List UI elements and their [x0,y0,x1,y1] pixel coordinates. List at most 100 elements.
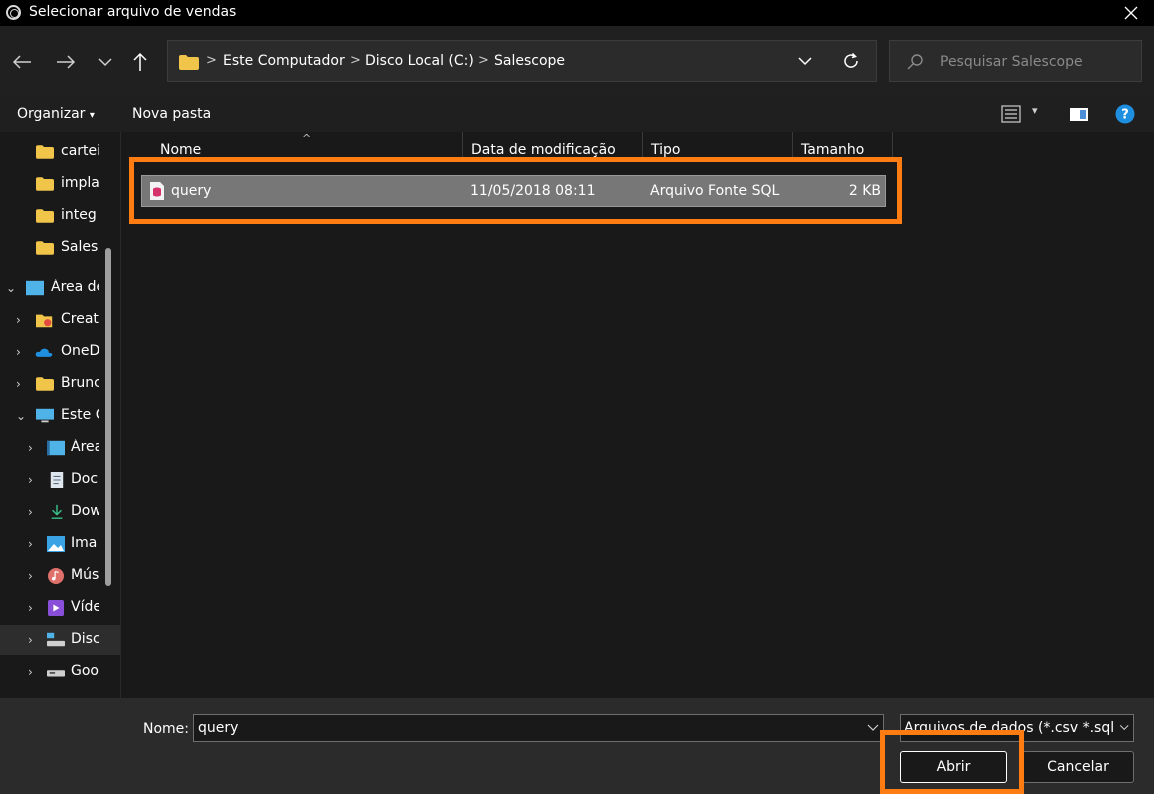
sidebar-item-salescope[interactable]: Salesc [0,233,120,263]
sidebar-item-desktop[interactable]: ⌄ Área de [0,273,120,303]
arrow-right-icon [57,55,76,69]
address-bar[interactable]: > Este Computador > Disco Local (C:) > S… [167,40,877,82]
sidebar-item-label: Este C [61,407,99,423]
sidebar-item-documents[interactable]: › Doc [0,465,120,495]
view-details-icon[interactable] [1001,104,1021,124]
sidebar-item-label: OneD [61,343,99,359]
sidebar-item-onedrive[interactable]: › OneD [0,337,120,367]
pictures-icon [47,536,65,552]
sidebar-item-label: Víde [71,599,99,615]
file-highlight-annotation [129,157,902,224]
sidebar-item-pictures[interactable]: › Ima [0,529,120,559]
chevron-right-icon[interactable]: › [16,377,21,391]
app-icon [6,5,21,20]
chevron-down-icon [98,58,112,67]
breadcrumb-salescope[interactable]: Salescope [494,53,565,69]
column-header-label: Nome [160,142,202,158]
arrow-left-icon [12,55,31,69]
arrow-up-icon [133,52,147,71]
back-button[interactable] [8,48,36,76]
file-name-input[interactable]: query [193,714,884,742]
sidebar-item-google-drive[interactable]: › Goo [0,657,120,687]
column-header-size[interactable]: Tamanho [793,132,893,160]
refresh-icon[interactable] [842,52,860,70]
onedrive-icon [35,348,53,357]
chevron-right-icon[interactable]: › [28,665,33,679]
sidebar-item-creative-cloud[interactable]: › Creat [0,305,120,335]
chevron-right-icon[interactable]: › [28,473,33,487]
sidebar-item-desktop-2[interactable]: › Área [0,433,120,463]
chevron-right-icon[interactable]: › [28,601,33,615]
chevron-down-icon[interactable] [867,721,879,733]
desktop-icon [47,440,65,456]
chevron-right-icon[interactable]: › [28,537,33,551]
sidebar-item-this-pc[interactable]: ⌄ Este C [0,401,120,431]
sidebar-item-label: Disc [71,631,99,647]
sidebar-item-impla[interactable]: impla [0,169,120,199]
new-folder-button[interactable]: Nova pasta [132,106,211,122]
sidebar-item-label: cartei [61,143,99,159]
address-dropdown-icon[interactable] [798,54,812,68]
forward-button[interactable] [52,48,80,76]
folder-icon [36,177,54,191]
close-button[interactable] [1116,0,1146,26]
videos-icon [48,600,64,616]
breadcrumb-computer[interactable]: Este Computador [223,53,345,69]
column-header-name[interactable]: Nome [152,132,463,160]
column-header-label: Tipo [651,142,681,158]
chevron-down-icon[interactable]: ⌄ [6,281,16,295]
documents-icon [50,472,64,488]
folder-icon [36,209,54,223]
folder-icon [36,241,54,255]
creative-cloud-icon [36,314,53,328]
recent-locations-button[interactable] [91,48,119,76]
sidebar-item-cartei[interactable]: cartei [0,137,120,167]
chevron-down-icon[interactable]: ⌄ [16,409,26,423]
chevron-down-icon[interactable] [1114,721,1129,733]
sidebar-item-brunc[interactable]: › Brunc [0,369,120,399]
sidebar-item-downloads[interactable]: › Dow [0,497,120,527]
up-button[interactable] [126,48,154,76]
view-options-caret-icon[interactable]: ▾ [1032,104,1038,117]
drive-icon [47,670,65,677]
help-icon[interactable]: ? [1115,104,1135,124]
chevron-right-icon[interactable]: › [28,633,33,647]
folder-icon [36,377,54,391]
chevron-right-icon[interactable]: › [16,313,21,327]
sidebar-item-local-disk[interactable]: › Disc [0,625,120,655]
window-title: Selecionar arquivo de vendas [29,4,237,20]
sidebar-item-music[interactable]: › Mús [0,561,120,591]
file-name-label: Nome: [143,721,190,737]
chevron-right-icon[interactable]: › [28,505,33,519]
chevron-right-icon[interactable]: › [16,345,21,359]
caret-down-icon: ▾ [89,110,95,121]
local-disk-icon [47,632,65,647]
chevron-right-icon[interactable]: › [28,441,33,455]
search-box[interactable]: Pesquisar Salescope [889,40,1142,82]
column-header-label: Data de modificação [471,142,616,158]
sidebar-item-label: Goo [71,663,99,679]
sidebar-item-integ[interactable]: integ [0,201,120,231]
column-header-modified[interactable]: Data de modificação [463,132,643,160]
sidebar-item-label: Área [71,439,99,455]
chevron-right-icon[interactable]: › [28,569,33,583]
breadcrumb-separator: > [206,53,217,68]
folder-icon [36,145,54,159]
sidebar-item-label: Área de [51,279,99,295]
column-header-type[interactable]: Tipo [643,132,793,160]
breadcrumb-local-disk[interactable]: Disco Local (C:) [365,53,474,69]
file-name-value: query [198,720,239,736]
breadcrumb-separator: > [478,53,489,68]
sidebar-item-label: Doc [71,471,99,487]
breadcrumb-separator: > [350,53,361,68]
sidebar-item-label: Creat [61,311,99,327]
sidebar-item-videos[interactable]: › Víde [0,593,120,623]
search-input[interactable]: Pesquisar Salescope [940,54,1083,70]
cancel-button[interactable]: Cancelar [1022,751,1134,783]
sidebar-scrollbar-thumb[interactable] [105,248,111,586]
preview-pane-icon[interactable] [1069,104,1089,124]
svg-text:?: ? [1121,108,1129,123]
command-bar: Organizar ▾ Nova pasta ▾ ? [0,96,1154,132]
column-header-label: Tamanho [801,142,865,158]
organize-menu[interactable]: Organizar ▾ [17,106,95,122]
